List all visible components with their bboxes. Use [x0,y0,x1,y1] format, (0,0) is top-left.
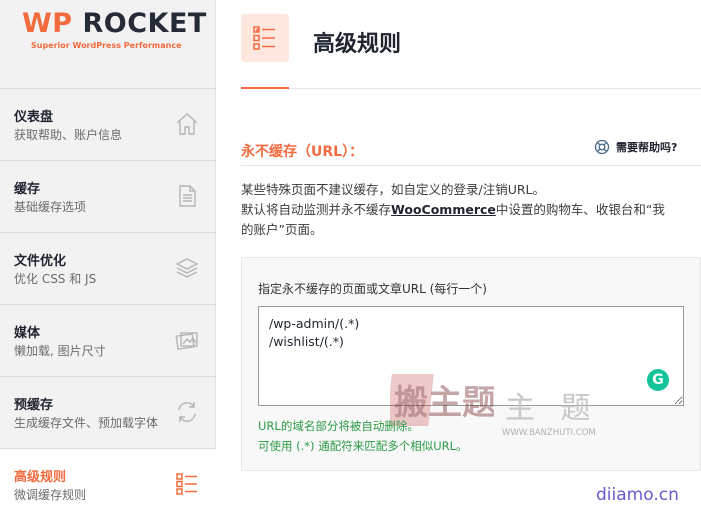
images-icon [175,332,198,350]
sidebar-item-advanced-rules[interactable]: 高级规则 微调缓存规则 [0,448,216,514]
footer-watermark: diiamo.cn [596,485,679,505]
lifebuoy-icon [594,139,610,155]
svg-text:搬主题: 搬主题 [394,383,494,423]
help-link[interactable]: 需要帮助吗? [594,139,677,155]
sidebar-item-media[interactable]: 媒体 懒加载, 图片尺寸 [0,304,216,376]
description-line: 默认将自动监测并永不缓存WooCommerce中设置的购物车、收银台和“我 [241,202,665,217]
sidebar-item-title: 文件优化 [14,254,67,269]
sidebar-item-subtitle: 生成缓存文件、预加载字体 [14,416,159,430]
sidebar-item-title: 预缓存 [14,398,54,413]
layers-icon [175,258,199,278]
help-link-label: 需要帮助吗? [616,141,678,154]
sidebar-item-preload[interactable]: 预缓存 生成缓存文件、预加载字体 [0,376,216,448]
sidebar-item-file-optimization[interactable]: 文件优化 优化 CSS 和 JS [0,232,216,304]
logo[interactable]: WP ROCKET Superior WordPress Performance [0,0,216,88]
section-title: 永不缓存（URL）： [241,144,364,160]
home-icon [176,113,198,135]
sidebar: WP ROCKET Superior WordPress Performance… [0,0,216,514]
logo-tagline: Superior WordPress Performance [31,41,182,50]
field-hint: URL的域名部分将被自动删除。 [258,419,419,433]
sidebar-item-title: 媒体 [14,326,41,341]
sidebar-item-subtitle: 优化 CSS 和 JS [14,272,97,286]
section-divider [241,165,701,166]
sidebar-item-title: 缓存 [14,182,41,197]
refresh-icon [178,402,196,422]
sidebar-item-subtitle: 获取帮助、账户信息 [14,128,123,142]
sidebar-item-cache[interactable]: 缓存 基础缓存选项 [0,160,216,232]
never-cache-field-label: 指定永不缓存的页面或文章URL (每行一个) [258,282,487,296]
checklist-icon [176,473,197,495]
sidebar-item-subtitle: 基础缓存选项 [14,200,87,214]
logo-wordmark: WP ROCKET [22,8,207,39]
sidebar-item-subtitle: 懒加载, 图片尺寸 [14,344,106,358]
description-line: 某些特殊页面不建议缓存，如自定义的登录/注销URL。 [241,182,546,197]
watermark-site-text: 主 题 [505,391,599,426]
field-hint: 可使用 (.*) 通配符来匹配多个相似URL。 [258,439,468,453]
page-icon [241,14,289,62]
grammarly-icon[interactable]: G [647,369,669,391]
page-title: 高级规则 [313,32,402,57]
sidebar-item-title: 仪表盘 [14,110,54,125]
checklist-icon [253,26,275,50]
file-icon [179,185,196,207]
description-line: 的账户”页面。 [241,222,323,237]
sidebar-item-title: 高级规则 [14,470,67,485]
sidebar-item-subtitle: 微调缓存规则 [14,488,87,502]
woocommerce-link[interactable]: WooCommerce [391,202,496,217]
title-underline [241,87,289,89]
sidebar-item-dashboard[interactable]: 仪表盘 获取帮助、账户信息 [0,88,216,160]
title-divider [289,88,701,89]
watermark-url: WWW.BANZHUTI.COM [502,428,596,438]
section-description: 某些特殊页面不建议缓存，如自定义的登录/注销URL。 默认将自动监测并永不缓存W… [241,180,699,240]
